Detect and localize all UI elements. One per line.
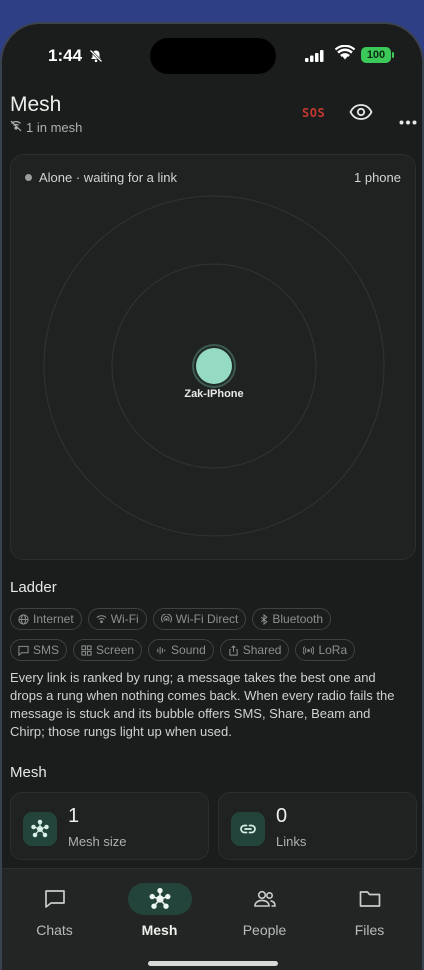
bottom-nav: Chats Mesh People Files: [2, 868, 422, 970]
chip-sms: SMS: [10, 639, 68, 661]
chip-sound: Sound: [148, 639, 214, 661]
chip-bluetooth-label: Bluetooth: [272, 612, 324, 626]
stat-mesh-size[interactable]: 1 Mesh size: [10, 792, 209, 860]
people-icon: [233, 883, 297, 915]
eye-icon[interactable]: [349, 103, 373, 126]
chip-shared-label: Shared: [242, 643, 282, 657]
status-bar: 1:44 100: [2, 24, 422, 84]
mesh-subtitle-text: 1 in mesh: [26, 120, 83, 135]
dynamic-island: [150, 38, 276, 74]
stat-links[interactable]: 0 Links: [218, 792, 417, 860]
mesh-subtitle: 1 in mesh: [10, 120, 82, 135]
chip-wifi-label: Wi-Fi: [110, 612, 139, 626]
chip-internet-label: Internet: [33, 612, 74, 626]
nav-people[interactable]: People: [212, 869, 317, 969]
chip-lora: LoRa: [295, 639, 356, 661]
bell-off-icon: [89, 49, 103, 68]
ladder-heading: Ladder: [10, 579, 57, 596]
globe-icon: [18, 613, 29, 625]
cellular-signal-icon: [305, 49, 325, 67]
link-icon: [231, 812, 265, 846]
mesh-radar-card: Alone · waiting for a link 1 phone Zak-I…: [10, 154, 416, 560]
phone-count: 1 phone: [354, 170, 401, 185]
link-status: Alone · waiting for a link: [25, 170, 177, 185]
self-node[interactable]: [196, 348, 232, 384]
sos-button[interactable]: SOS: [302, 106, 325, 120]
links-value: 0: [276, 805, 288, 827]
wifi-icon: [96, 615, 107, 624]
nav-mesh-label: Mesh: [141, 922, 178, 938]
ladder-chips-row2: SMS Screen Sound Shared LoRa: [10, 639, 420, 661]
battery-nub: [392, 52, 394, 58]
nav-people-label: People: [242, 922, 287, 938]
nav-files[interactable]: Files: [317, 869, 422, 969]
sms-icon: [18, 645, 29, 656]
nav-mesh[interactable]: Mesh: [107, 869, 212, 969]
chip-screen-label: Screen: [96, 643, 135, 657]
mesh-size-label: Mesh size: [68, 834, 127, 849]
wifi-direct-icon: [160, 613, 172, 623]
chip-sms-label: SMS: [33, 643, 60, 657]
ladder-chips-row1: Internet Wi-Fi Wi-Fi Direct Bluetooth: [10, 608, 420, 630]
screen-icon: [81, 644, 92, 656]
chip-lora-label: LoRa: [318, 643, 348, 657]
chip-internet: Internet: [10, 608, 82, 630]
chip-wifi-direct: Wi-Fi Direct: [152, 608, 247, 630]
status-dot: [25, 174, 32, 181]
chip-bluetooth: Bluetooth: [252, 608, 332, 630]
phone-screen: 1:44 100 Mesh 1 in mesh SOS Alone · wait…: [0, 22, 424, 970]
battery-indicator: 100: [361, 47, 391, 63]
chip-wifi: Wi-Fi: [87, 608, 147, 630]
self-node-label: Zak-IPhone: [184, 388, 244, 400]
ladder-description: Every link is ranked by rung; a message …: [10, 670, 395, 739]
chip-sound-label: Sound: [171, 643, 206, 657]
link-status-text: Alone · waiting for a link: [39, 170, 178, 185]
links-label: Links: [276, 834, 307, 849]
home-indicator: [148, 961, 278, 966]
chip-wifi-direct-label: Wi-Fi Direct: [175, 612, 239, 626]
mesh-size-value: 1: [68, 805, 80, 827]
status-time: 1:44: [48, 46, 83, 65]
lora-icon: [303, 645, 315, 655]
mesh-icon: [127, 883, 192, 915]
share-icon: [229, 644, 238, 656]
nav-chats-label: Chats: [36, 922, 73, 938]
bluetooth-icon: [261, 613, 268, 625]
mesh-signal-icon: [10, 120, 22, 135]
nav-files-label: Files: [354, 922, 385, 938]
sound-icon: [157, 646, 166, 654]
nav-chats[interactable]: Chats: [2, 869, 107, 969]
chip-shared: Shared: [219, 639, 290, 661]
chat-icon: [23, 883, 87, 915]
folder-icon: [338, 883, 402, 915]
chip-screen: Screen: [73, 639, 143, 661]
page-title: Mesh: [10, 93, 62, 116]
mesh-icon: [23, 812, 57, 846]
wifi-status-icon: [334, 44, 356, 66]
more-options-icon[interactable]: [399, 112, 417, 130]
mesh-heading: Mesh: [10, 764, 47, 781]
